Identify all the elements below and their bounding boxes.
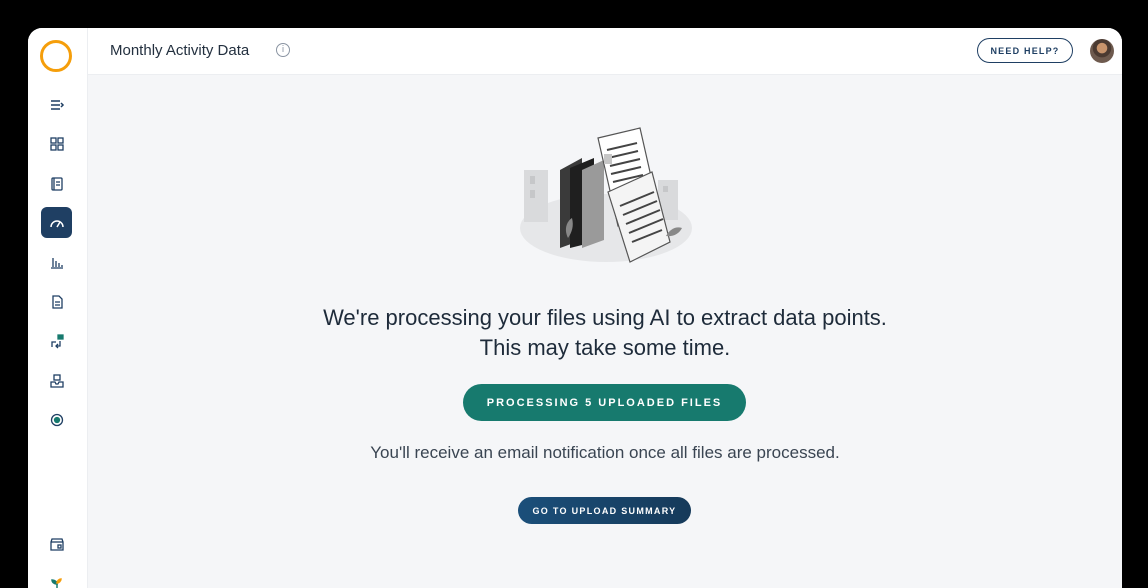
ring-logo-icon[interactable] xyxy=(40,40,72,72)
info-icon[interactable]: i xyxy=(276,43,290,57)
processing-message-line-1: We're processing your files using AI to … xyxy=(323,305,887,330)
bar-chart-icon[interactable] xyxy=(41,246,72,277)
dashboard-grid-icon[interactable] xyxy=(41,128,72,159)
store-icon[interactable] xyxy=(41,528,72,559)
need-help-button[interactable]: NEED HELP? xyxy=(977,38,1073,63)
sidebar xyxy=(28,28,88,588)
email-notification-note: You'll receive an email notification onc… xyxy=(370,443,840,462)
top-bar: Monthly Activity Data i NEED HELP? xyxy=(88,28,1122,75)
data-transfer-icon[interactable] xyxy=(41,325,72,356)
gauge-icon[interactable] xyxy=(41,207,72,238)
user-avatar[interactable] xyxy=(1090,39,1114,63)
settings-gear-icon[interactable] xyxy=(41,404,72,435)
collapse-menu-icon[interactable] xyxy=(41,89,72,120)
processing-message-line-2: This may take some time. xyxy=(479,335,731,360)
inbox-tray-icon[interactable] xyxy=(41,365,72,396)
page-title: Monthly Activity Data xyxy=(110,42,250,59)
plant-icon[interactable] xyxy=(41,568,72,588)
book-icon[interactable] xyxy=(41,168,72,199)
processing-files-button[interactable]: PROCESSING 5 UPLOADED FILES xyxy=(463,384,746,421)
document-icon[interactable] xyxy=(41,286,72,317)
documents-processing-illustration xyxy=(520,127,692,263)
upload-summary-button[interactable]: GO TO UPLOAD SUMMARY xyxy=(518,497,691,524)
app-window: Monthly Activity Data i NEED HELP? We're… xyxy=(28,28,1122,588)
